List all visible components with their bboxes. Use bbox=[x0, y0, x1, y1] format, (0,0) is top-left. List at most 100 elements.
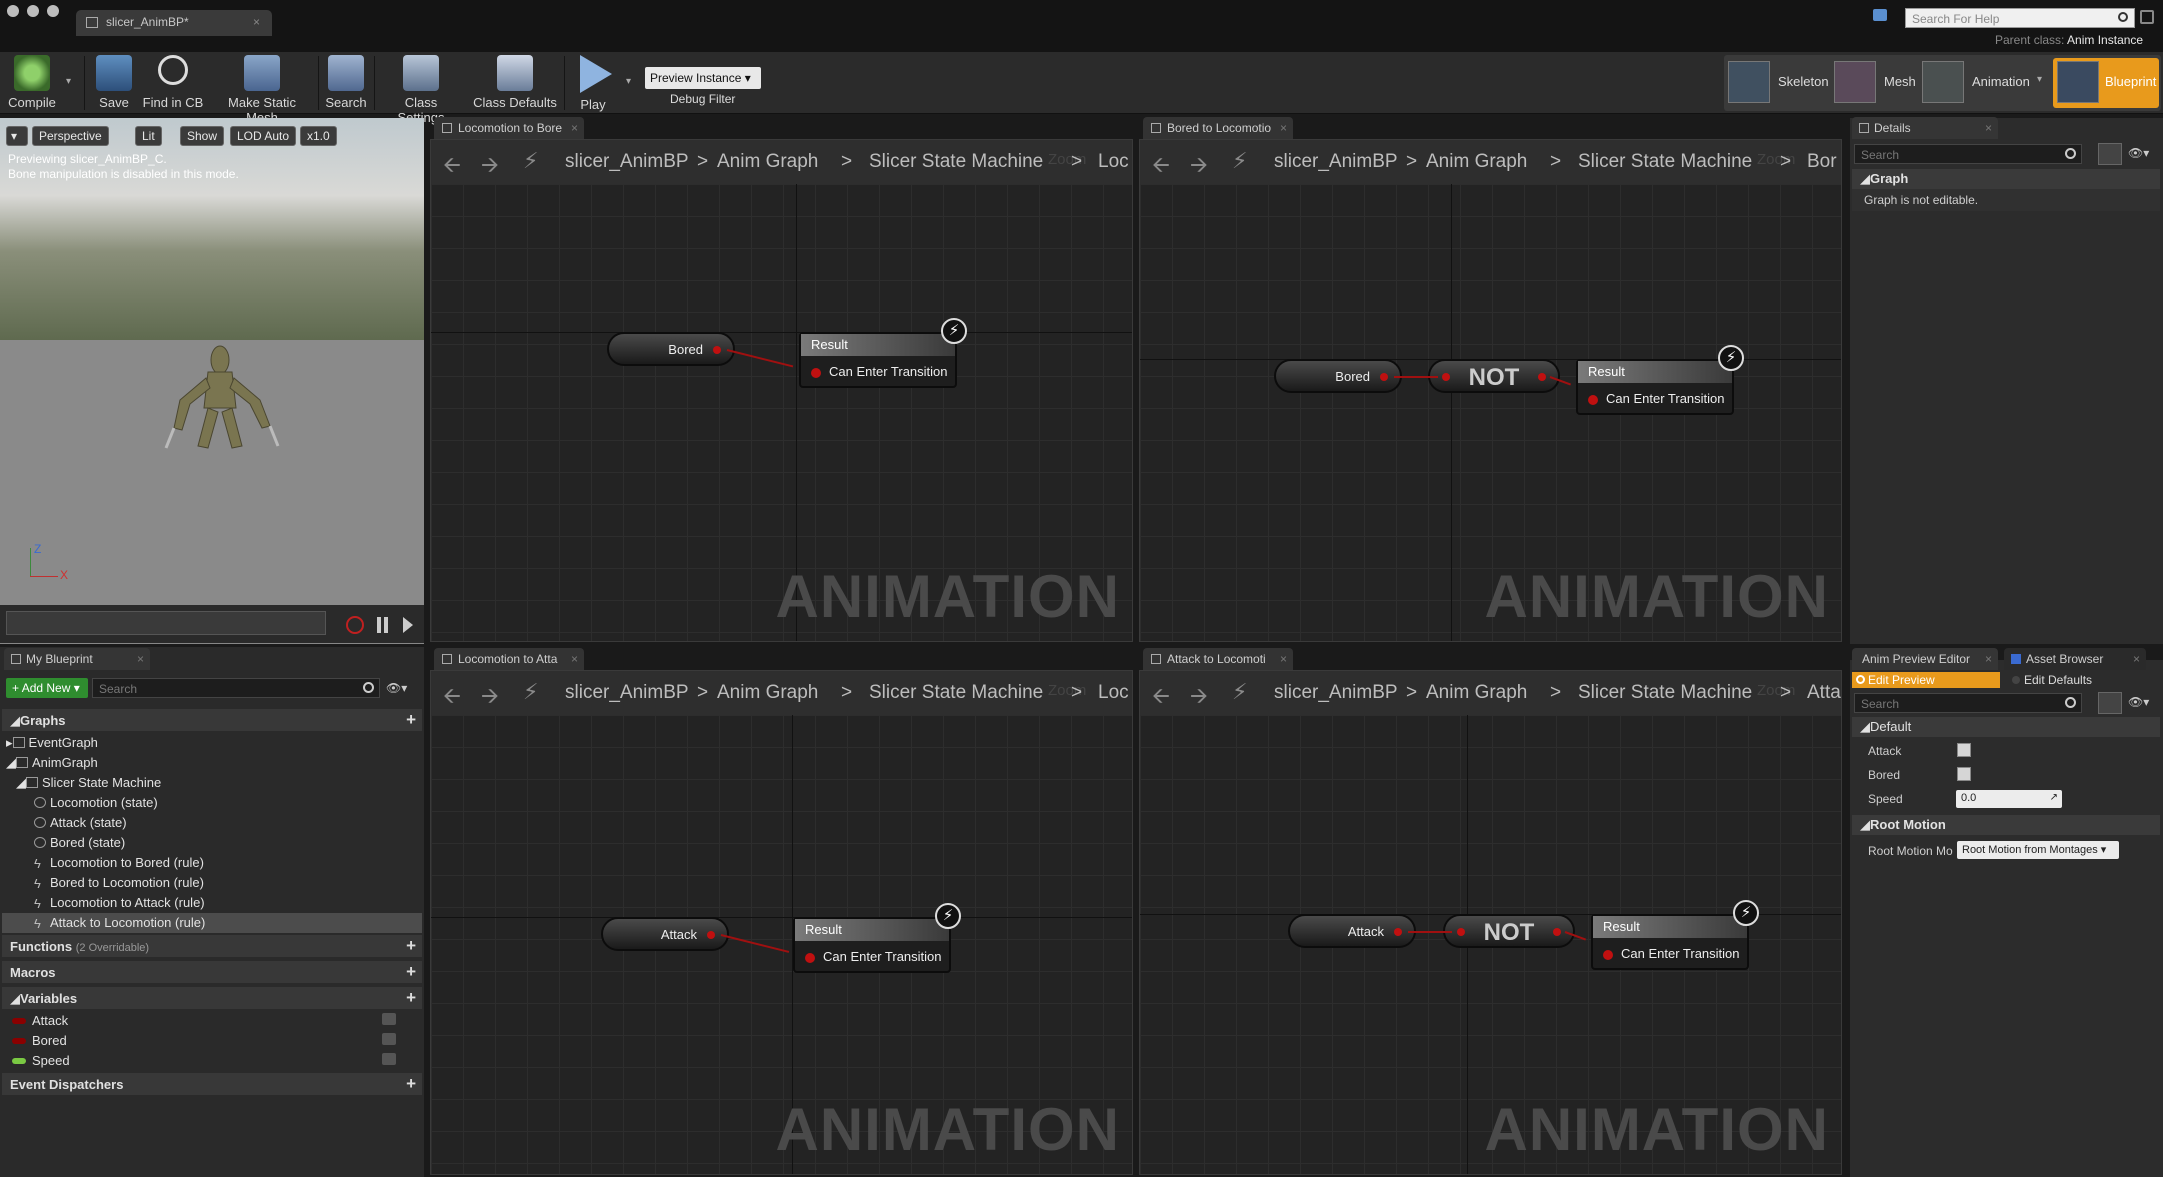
tree-item-attack-to-locomotion-rule[interactable]: ϟ Attack to Locomotion (rule) bbox=[34, 915, 205, 931]
crumb-state-machine[interactable]: Slicer State Machine bbox=[869, 682, 1043, 704]
attack-variable-node[interactable]: Attack bbox=[601, 917, 729, 951]
add-dispatcher-plus-icon[interactable]: + bbox=[406, 1074, 416, 1094]
graph-panel-attack-to-locomotion[interactable]: 🡨 🡪 ⚡ slicer_AnimBP > Anim Graph > Slice… bbox=[1139, 670, 1842, 1175]
variable-attack[interactable]: Attack bbox=[12, 1013, 422, 1028]
make-static-mesh-button[interactable]: Make Static Mesh bbox=[212, 55, 312, 125]
bored-variable-node[interactable]: Bored bbox=[607, 332, 735, 366]
animation-mode-button[interactable]: Animation bbox=[1922, 58, 2050, 108]
output-pin[interactable] bbox=[1394, 928, 1402, 936]
class-settings-button[interactable]: Class Settings bbox=[380, 55, 462, 125]
output-pin[interactable] bbox=[713, 346, 721, 354]
tree-item-eventgraph[interactable]: ▸ EventGraph bbox=[6, 735, 98, 751]
debug-object-dropdown[interactable]: Preview Instance ▾ bbox=[645, 67, 761, 89]
save-button[interactable]: Save bbox=[92, 55, 136, 110]
close-window-icon[interactable] bbox=[7, 5, 19, 17]
back-arrow-icon[interactable]: 🡨 bbox=[1152, 679, 1170, 715]
close-tab-icon[interactable]: × bbox=[253, 15, 260, 29]
visibility-eye-icon[interactable] bbox=[382, 1053, 396, 1065]
crumb-anim-graph[interactable]: Anim Graph bbox=[717, 151, 818, 173]
not-boolean-node[interactable]: NOT bbox=[1443, 914, 1575, 948]
visibility-eye-icon[interactable]: 👁▾ bbox=[386, 681, 414, 695]
tree-item-locomotion-to-bored-rule[interactable]: ϟ Locomotion to Bored (rule) bbox=[34, 855, 204, 871]
tree-item-locomotion-state[interactable]: Locomotion (state) bbox=[34, 795, 158, 810]
timeline-scrubber[interactable] bbox=[6, 611, 326, 635]
step-forward-icon[interactable] bbox=[403, 617, 413, 633]
back-arrow-icon[interactable]: 🡨 bbox=[443, 148, 461, 184]
input-pin[interactable] bbox=[1457, 928, 1465, 936]
crumb-anim-graph[interactable]: Anim Graph bbox=[1426, 682, 1527, 704]
tree-item-state-machine[interactable]: ◢ Slicer State Machine bbox=[16, 775, 161, 791]
tree-item-locomotion-to-attack-rule[interactable]: ϟ Locomotion to Attack (rule) bbox=[34, 895, 205, 911]
tab-my-blueprint[interactable]: My Blueprint × bbox=[4, 648, 150, 670]
close-tab-icon[interactable]: × bbox=[1280, 652, 1287, 666]
back-arrow-icon[interactable]: 🡨 bbox=[1152, 148, 1170, 184]
maximize-window-icon[interactable] bbox=[47, 5, 59, 17]
not-boolean-node[interactable]: NOT bbox=[1428, 359, 1560, 393]
feedback-icon[interactable] bbox=[1873, 9, 1887, 21]
add-new-button[interactable]: + Add New ▾ bbox=[6, 678, 88, 698]
tab-attack-to-locomotion[interactable]: Attack to Locomoti × bbox=[1143, 648, 1293, 670]
attack-variable-node[interactable]: Attack bbox=[1288, 914, 1416, 948]
crumb-blueprint[interactable]: slicer_AnimBP bbox=[565, 682, 689, 704]
close-tab-icon[interactable]: × bbox=[2133, 652, 2140, 666]
blueprint-mode-button[interactable]: Blueprint bbox=[2053, 58, 2159, 108]
visibility-eye-icon[interactable] bbox=[382, 1033, 396, 1045]
perspective-button[interactable]: Perspective bbox=[32, 126, 109, 146]
crumb-state-machine[interactable]: Slicer State Machine bbox=[1578, 682, 1752, 704]
crumb-state-machine[interactable]: Slicer State Machine bbox=[869, 151, 1043, 173]
back-arrow-icon[interactable]: 🡨 bbox=[443, 679, 461, 715]
tab-anim-preview-editor[interactable]: Anim Preview Editor × bbox=[1852, 648, 1998, 670]
variable-speed[interactable]: Speed bbox=[12, 1053, 422, 1068]
visibility-eye-icon[interactable]: 👁▾ bbox=[2128, 695, 2149, 709]
my-blueprint-search-input[interactable]: Search bbox=[92, 678, 380, 698]
preview-search-input[interactable]: Search bbox=[1854, 693, 2082, 713]
visibility-eye-icon[interactable]: 👁▾ bbox=[2128, 146, 2149, 160]
add-variable-plus-icon[interactable]: + bbox=[406, 988, 416, 1008]
tree-item-bored-state[interactable]: Bored (state) bbox=[34, 835, 125, 850]
close-tab-icon[interactable]: × bbox=[1985, 121, 1992, 135]
graph-section-header[interactable]: ◢Graph bbox=[1852, 169, 2160, 189]
graph-panel-bored-to-locomotion[interactable]: 🡨 🡪 ⚡ slicer_AnimBP > Anim Graph > Slice… bbox=[1139, 139, 1842, 642]
tab-locomotion-to-bored[interactable]: Locomotion to Bore × bbox=[434, 117, 584, 139]
bored-checkbox[interactable] bbox=[1957, 767, 1971, 781]
class-defaults-button[interactable]: Class Defaults bbox=[472, 55, 558, 110]
crumb-current-rule[interactable]: Loc bbox=[1098, 682, 1129, 704]
output-pin[interactable] bbox=[1553, 928, 1561, 936]
input-pin[interactable] bbox=[805, 953, 815, 963]
close-tab-icon[interactable]: × bbox=[571, 121, 578, 135]
details-search-input[interactable]: Search bbox=[1854, 144, 2082, 164]
lit-button[interactable]: Lit bbox=[135, 126, 162, 146]
crumb-current-rule[interactable]: Bor bbox=[1807, 151, 1837, 173]
help-search-input[interactable]: Search For Help bbox=[1905, 8, 2135, 28]
default-section-header[interactable]: ◢Default bbox=[1852, 717, 2160, 737]
visibility-eye-icon[interactable] bbox=[382, 1013, 396, 1025]
input-pin[interactable] bbox=[1442, 373, 1450, 381]
event-dispatchers-section-header[interactable]: Event Dispatchers + bbox=[2, 1073, 422, 1095]
root-motion-section-header[interactable]: ◢Root Motion bbox=[1852, 815, 2160, 835]
graph-panel-locomotion-to-attack[interactable]: 🡨 🡪 ⚡ slicer_AnimBP > Anim Graph > Slice… bbox=[430, 670, 1133, 1175]
find-in-cb-button[interactable]: Find in CB bbox=[142, 55, 204, 110]
crumb-blueprint[interactable]: slicer_AnimBP bbox=[1274, 151, 1398, 173]
input-pin[interactable] bbox=[1603, 950, 1613, 960]
forward-arrow-icon[interactable]: 🡪 bbox=[1190, 148, 1208, 184]
crumb-blueprint[interactable]: slicer_AnimBP bbox=[565, 151, 689, 173]
add-macro-plus-icon[interactable]: + bbox=[406, 962, 416, 982]
variables-section-header[interactable]: ◢Variables + bbox=[2, 987, 422, 1009]
tab-asset-browser[interactable]: Asset Browser × bbox=[2004, 648, 2146, 670]
document-tab[interactable]: slicer_AnimBP* × bbox=[76, 10, 272, 36]
graphs-section-header[interactable]: ◢Graphs + bbox=[2, 709, 422, 731]
close-tab-icon[interactable]: × bbox=[1280, 121, 1287, 135]
tab-bored-to-locomotion[interactable]: Bored to Locomotio × bbox=[1143, 117, 1293, 139]
result-node[interactable]: Result Can Enter Transition ⚡ bbox=[793, 903, 961, 973]
property-matrix-icon[interactable] bbox=[2098, 143, 2122, 165]
bored-variable-node[interactable]: Bored bbox=[1274, 359, 1402, 393]
play-options-chevron-icon[interactable]: ▾ bbox=[626, 76, 631, 87]
tab-details[interactable]: Details × bbox=[1852, 117, 1998, 139]
tree-item-attack-state[interactable]: Attack (state) bbox=[34, 815, 127, 830]
viewport-options-button[interactable]: ▾ bbox=[6, 126, 28, 146]
root-motion-mode-dropdown[interactable]: Root Motion from Montages ▾ bbox=[1957, 841, 2119, 859]
attack-checkbox[interactable] bbox=[1957, 743, 1971, 757]
forward-arrow-icon[interactable]: 🡪 bbox=[481, 148, 499, 184]
record-icon[interactable] bbox=[346, 616, 364, 634]
crumb-blueprint[interactable]: slicer_AnimBP bbox=[1274, 682, 1398, 704]
